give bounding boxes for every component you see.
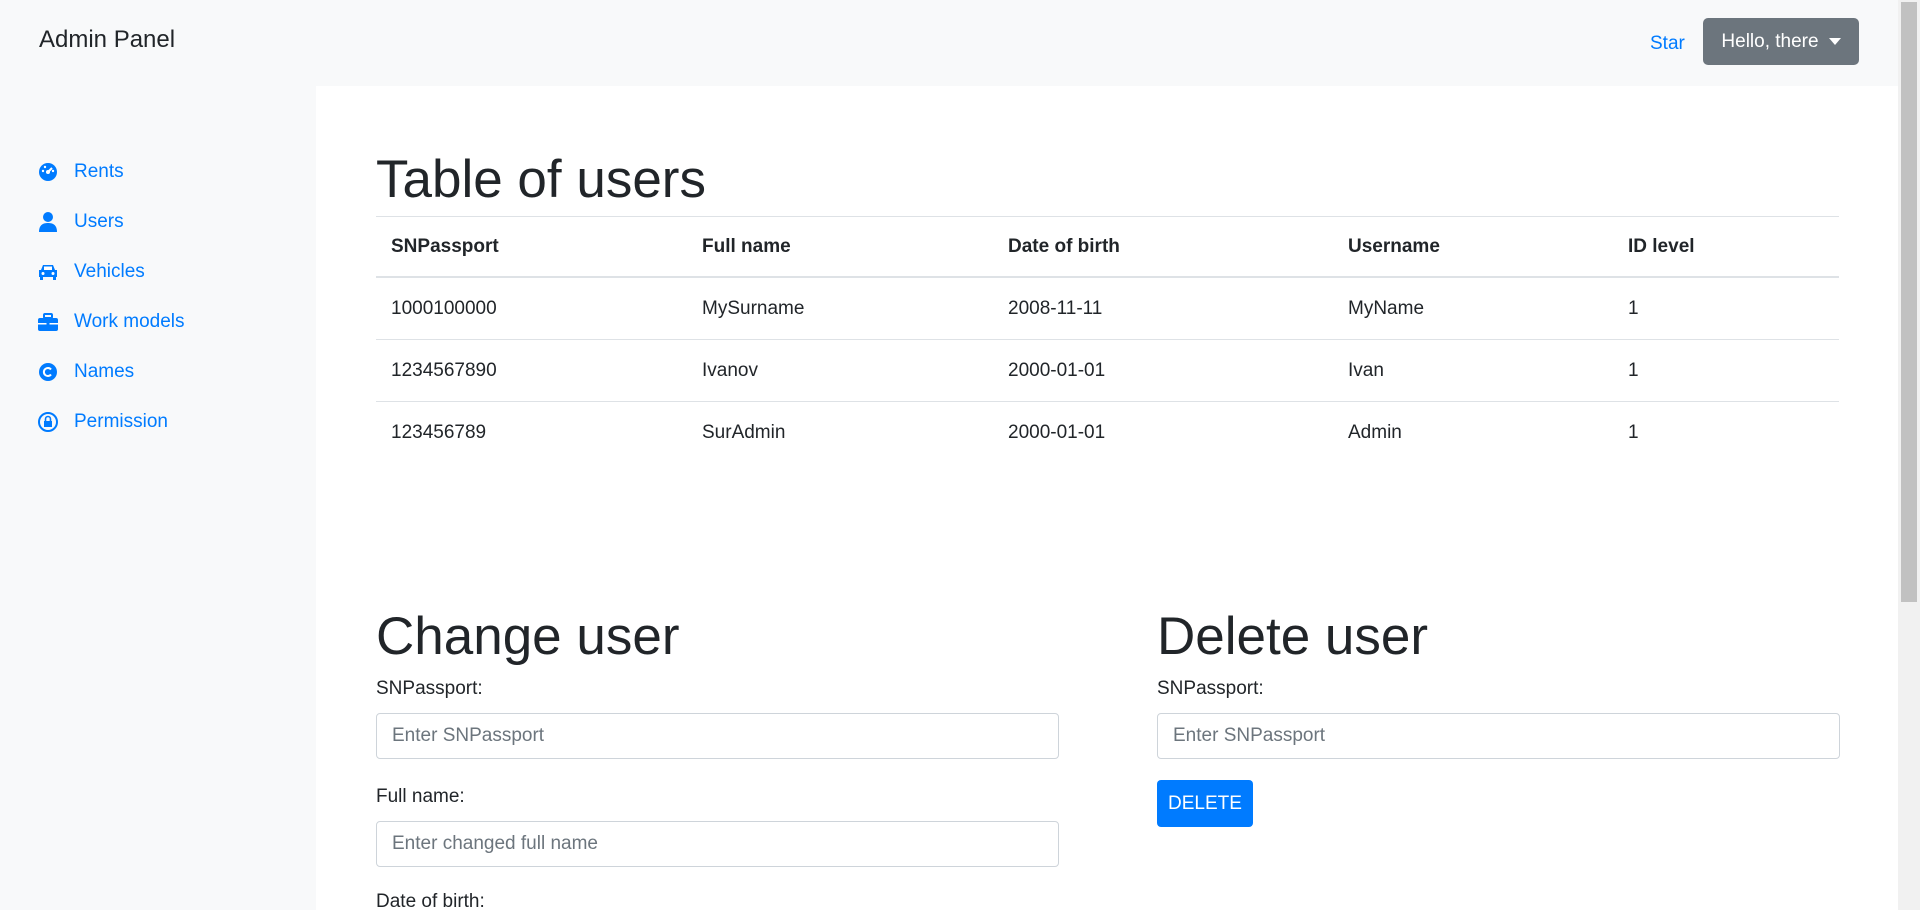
sidebar-item-users[interactable]: Users xyxy=(38,207,124,237)
sidebar-item-label: Rents xyxy=(74,161,124,182)
sidebar-item-work-models[interactable]: Work models xyxy=(38,307,185,337)
table-cell: 2000-01-01 xyxy=(993,339,1333,402)
change-snpassport-label: SNPassport: xyxy=(376,678,483,699)
delete-user-title: Delete user xyxy=(1157,607,1429,666)
users-table-title: Table of users xyxy=(376,150,706,209)
tachometer-icon xyxy=(38,162,58,182)
change-snpassport-input[interactable] xyxy=(376,713,1059,759)
delete-button[interactable]: DELETE xyxy=(1157,780,1253,827)
sidebar-item-permission[interactable]: Permission xyxy=(38,407,168,437)
sidebar-item-label: Work models xyxy=(74,311,185,332)
column-header: Date of birth xyxy=(993,216,1333,278)
change-user-title: Change user xyxy=(376,607,680,666)
table-cell: MyName xyxy=(1333,276,1613,340)
column-header: Full name xyxy=(687,216,993,278)
table-cell: 1 xyxy=(1613,276,1839,340)
user-menu-label: Hello, there xyxy=(1721,30,1819,52)
caret-down-icon xyxy=(1828,38,1841,45)
sidebar-item-label: Users xyxy=(74,211,124,232)
table-cell: 1 xyxy=(1613,401,1839,463)
lock-icon xyxy=(38,412,58,432)
table-row: 1234567890 Ivanov 2000-01-01 Ivan 1 xyxy=(376,339,1839,402)
table-cell: 1000100000 xyxy=(376,276,687,340)
table-cell: Admin xyxy=(1333,401,1613,463)
sidebar: Rents Users Vehicles Work models Names P… xyxy=(0,86,316,910)
user-menu-button[interactable]: Hello, there xyxy=(1703,18,1859,65)
column-header: Username xyxy=(1333,216,1613,278)
change-dob-label: Date of birth: xyxy=(376,891,485,910)
table-cell: SurAdmin xyxy=(687,401,993,463)
table-cell: 123456789 xyxy=(376,401,687,463)
brand-title[interactable]: Admin Panel xyxy=(39,26,175,54)
briefcase-icon xyxy=(38,312,58,332)
table-header-row: SNPassport Full name Date of birth Usern… xyxy=(376,216,1839,278)
delete-snpassport-label: SNPassport: xyxy=(1157,678,1264,699)
table-cell: 1 xyxy=(1613,339,1839,402)
table-row: 123456789 SurAdmin 2000-01-01 Admin 1 xyxy=(376,401,1839,463)
page-scrollbar-thumb[interactable] xyxy=(1901,2,1917,602)
sidebar-item-label: Names xyxy=(74,361,135,382)
change-fullname-input[interactable] xyxy=(376,821,1059,867)
sidebar-item-names[interactable]: Names xyxy=(38,357,134,387)
change-fullname-label: Full name: xyxy=(376,786,465,807)
column-header: ID level xyxy=(1613,216,1839,278)
users-table: SNPassport Full name Date of birth Usern… xyxy=(376,216,1839,463)
sidebar-item-rents[interactable]: Rents xyxy=(38,157,124,187)
car-icon xyxy=(38,262,58,282)
table-cell: Ivanov xyxy=(687,339,993,402)
delete-snpassport-input[interactable] xyxy=(1157,713,1840,759)
star-link[interactable]: Star xyxy=(1650,33,1685,55)
table-cell: Ivan xyxy=(1333,339,1613,402)
table-cell: 2000-01-01 xyxy=(993,401,1333,463)
sidebar-item-label: Vehicles xyxy=(74,261,145,282)
top-navbar: Admin Panel Star Hello, there xyxy=(0,0,1898,86)
copyright-icon xyxy=(38,362,58,382)
user-icon xyxy=(38,212,58,232)
sidebar-item-vehicles[interactable]: Vehicles xyxy=(38,257,145,287)
table-cell: 1234567890 xyxy=(376,339,687,402)
main-content: Table of users SNPassport Full name Date… xyxy=(316,86,1898,910)
sidebar-item-label: Permission xyxy=(74,411,168,432)
table-cell: MySurname xyxy=(687,276,993,340)
column-header: SNPassport xyxy=(376,216,687,278)
table-cell: 2008-11-11 xyxy=(993,276,1333,340)
table-row: 1000100000 MySurname 2008-11-11 MyName 1 xyxy=(376,276,1839,340)
